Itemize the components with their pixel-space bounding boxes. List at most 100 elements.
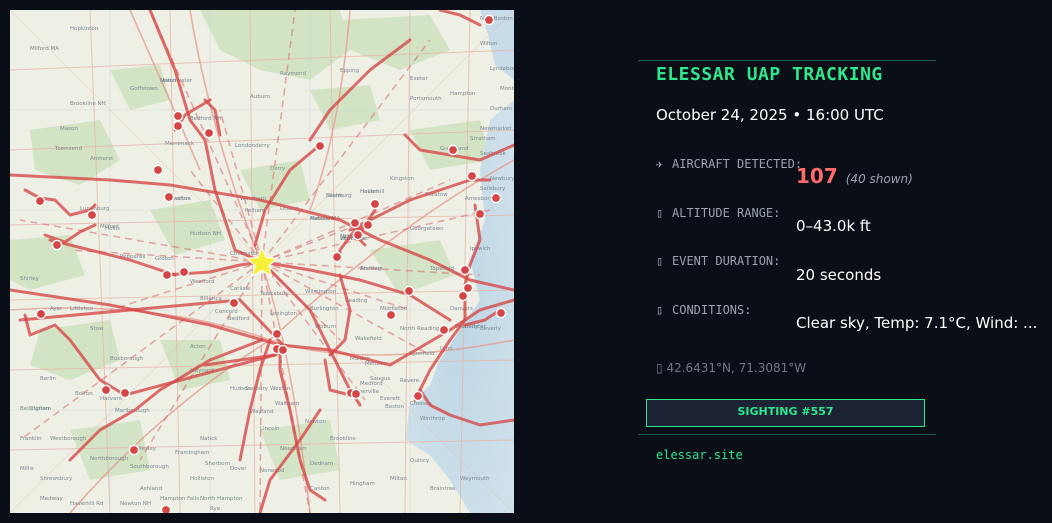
aircraft-marker[interactable] <box>457 290 469 302</box>
aircraft-marker[interactable] <box>474 208 486 220</box>
map-place-label: Stow <box>90 326 104 332</box>
map-place-label: Southborough <box>130 464 169 470</box>
aircraft-marker[interactable] <box>172 110 184 122</box>
aircraft-marker[interactable] <box>100 384 112 396</box>
aircraft-marker[interactable] <box>466 170 478 182</box>
map-place-label: Burlington <box>310 306 339 312</box>
aircraft-marker[interactable] <box>51 239 63 251</box>
map-place-label: Londonderry <box>235 143 270 149</box>
aircraft-marker[interactable] <box>490 192 502 204</box>
aircraft-marker[interactable] <box>271 328 283 340</box>
map-place-label: Franklin <box>20 436 42 442</box>
map-place-label: Carlisle <box>230 286 251 292</box>
aircraft-marker[interactable] <box>438 324 450 336</box>
aircraft-marker[interactable] <box>483 14 495 26</box>
aircraft-marker[interactable] <box>447 144 459 156</box>
map-place-label: Littleton <box>70 306 93 312</box>
map-place-label: Boston <box>385 404 405 410</box>
map-place-label: Concord <box>215 309 238 315</box>
aircraft-marker[interactable] <box>314 140 326 152</box>
panel-bottom-divider <box>638 434 936 435</box>
map-place-label: Amherst <box>90 156 114 162</box>
map-place-label: Newmarket <box>480 126 512 132</box>
map-place-label: Salisbury <box>480 186 506 192</box>
aircraft-marker[interactable] <box>277 344 289 356</box>
aircraft-marker[interactable] <box>352 229 364 241</box>
map-place-label: Shrewsbury <box>40 476 73 482</box>
aircraft-marker[interactable] <box>152 164 164 176</box>
map-place-label: Hudson NH <box>190 231 221 237</box>
map-place-label: Winthrop <box>420 416 445 422</box>
map-place-label: Wayland <box>250 409 274 415</box>
map-place-label: Mont Vernon <box>500 86 514 92</box>
conditions-label: ▯ CONDITIONS: <box>656 303 752 317</box>
aircraft-marker[interactable] <box>403 285 415 297</box>
aircraft-marker[interactable] <box>34 195 46 207</box>
clock-icon: ▯ <box>656 254 664 268</box>
altitude-label: ▯ ALTITUDE RANGE: <box>656 206 781 220</box>
map-place-label: Rye <box>210 506 221 512</box>
map-place-label: Lyndeborough <box>490 66 514 72</box>
map-place-label: Hingham <box>350 481 375 487</box>
map-place-label: Raymond <box>280 71 306 77</box>
aircraft-marker[interactable] <box>203 127 215 139</box>
sighting-datetime: October 24, 2025 • 16:00 UTC <box>656 106 884 124</box>
map-place-label: Danvers <box>450 306 473 312</box>
duration-label: ▯ EVENT DURATION: <box>656 254 781 268</box>
map-place-label: Natick <box>200 436 218 442</box>
airplane-icon: ✈ <box>656 157 664 171</box>
aircraft-marker[interactable] <box>459 264 471 276</box>
aircraft-marker[interactable] <box>178 266 190 278</box>
map-place-label: Westborough <box>50 436 87 442</box>
map-place-label: Northborough <box>90 456 129 462</box>
map-place-label: Hampton <box>450 91 476 97</box>
map-place-label: Newburyport <box>490 176 514 182</box>
map-place-label: Ashland <box>140 486 162 492</box>
aircraft-marker[interactable] <box>385 309 397 321</box>
map-place-label: Dedham <box>310 461 333 467</box>
map-place-label: Portsmouth <box>410 96 442 102</box>
map-place-label: Epping <box>340 68 359 74</box>
map-place-label: Auburn <box>250 94 270 100</box>
map-place-label: Lincoln <box>260 426 280 432</box>
map-place-label: Holden <box>360 189 380 195</box>
aircraft-marker[interactable] <box>331 251 343 263</box>
aircraft-marker[interactable] <box>128 444 140 456</box>
aircraft-marker[interactable] <box>228 297 240 309</box>
aircraft-marker[interactable] <box>350 388 362 400</box>
aircraft-marker[interactable] <box>349 217 361 229</box>
aircraft-marker[interactable] <box>495 307 507 319</box>
map-place-label: Milton <box>390 476 407 482</box>
map-place-label: North Hampton <box>200 496 243 502</box>
aircraft-marker[interactable] <box>412 390 424 402</box>
aircraft-marker[interactable] <box>160 504 172 513</box>
map-place-label: Mason <box>60 126 78 132</box>
map-place-label: Milford MA <box>30 46 59 52</box>
aircraft-marker[interactable] <box>172 120 184 132</box>
map-place-label: Brookline NH <box>70 101 106 107</box>
aircraft-shown: (40 shown) <box>845 172 913 186</box>
aircraft-marker[interactable] <box>362 219 374 231</box>
map-place-label: Hopkinton <box>70 26 99 32</box>
altitude-value: 0–43.0k ft <box>796 217 871 235</box>
map-place-label: Wakefield <box>355 336 382 342</box>
map-place-label: Ayer <box>50 306 63 312</box>
map-place-label: Lexington <box>270 311 298 317</box>
aircraft-marker[interactable] <box>161 269 173 281</box>
duration-value: 20 seconds <box>796 266 882 284</box>
map-place-label: Braintree <box>430 486 456 492</box>
aircraft-marker[interactable] <box>163 191 175 203</box>
coordinates-readout: ▯ 42.6431°N, 71.3081°W <box>656 361 807 375</box>
map-place-label: Westford <box>190 279 214 285</box>
map-place-label: Durham <box>490 106 512 112</box>
sighting-map[interactable]: Manchester Nashua Lowell Methuen Lawrence Hav… <box>10 10 514 513</box>
site-link[interactable]: elessar.site <box>656 448 743 462</box>
map-place-label: Acton <box>190 344 206 350</box>
aircraft-marker[interactable] <box>86 209 98 221</box>
aircraft-marker[interactable] <box>35 308 47 320</box>
map-place-label: Haverhill Rd <box>70 501 103 507</box>
map-place-label: Millis <box>20 466 34 472</box>
aircraft-marker[interactable] <box>369 198 381 210</box>
aircraft-marker[interactable] <box>119 387 131 399</box>
map-canvas[interactable]: ManchesterNashuaLowellMethuenLawrenceHav… <box>10 10 514 513</box>
